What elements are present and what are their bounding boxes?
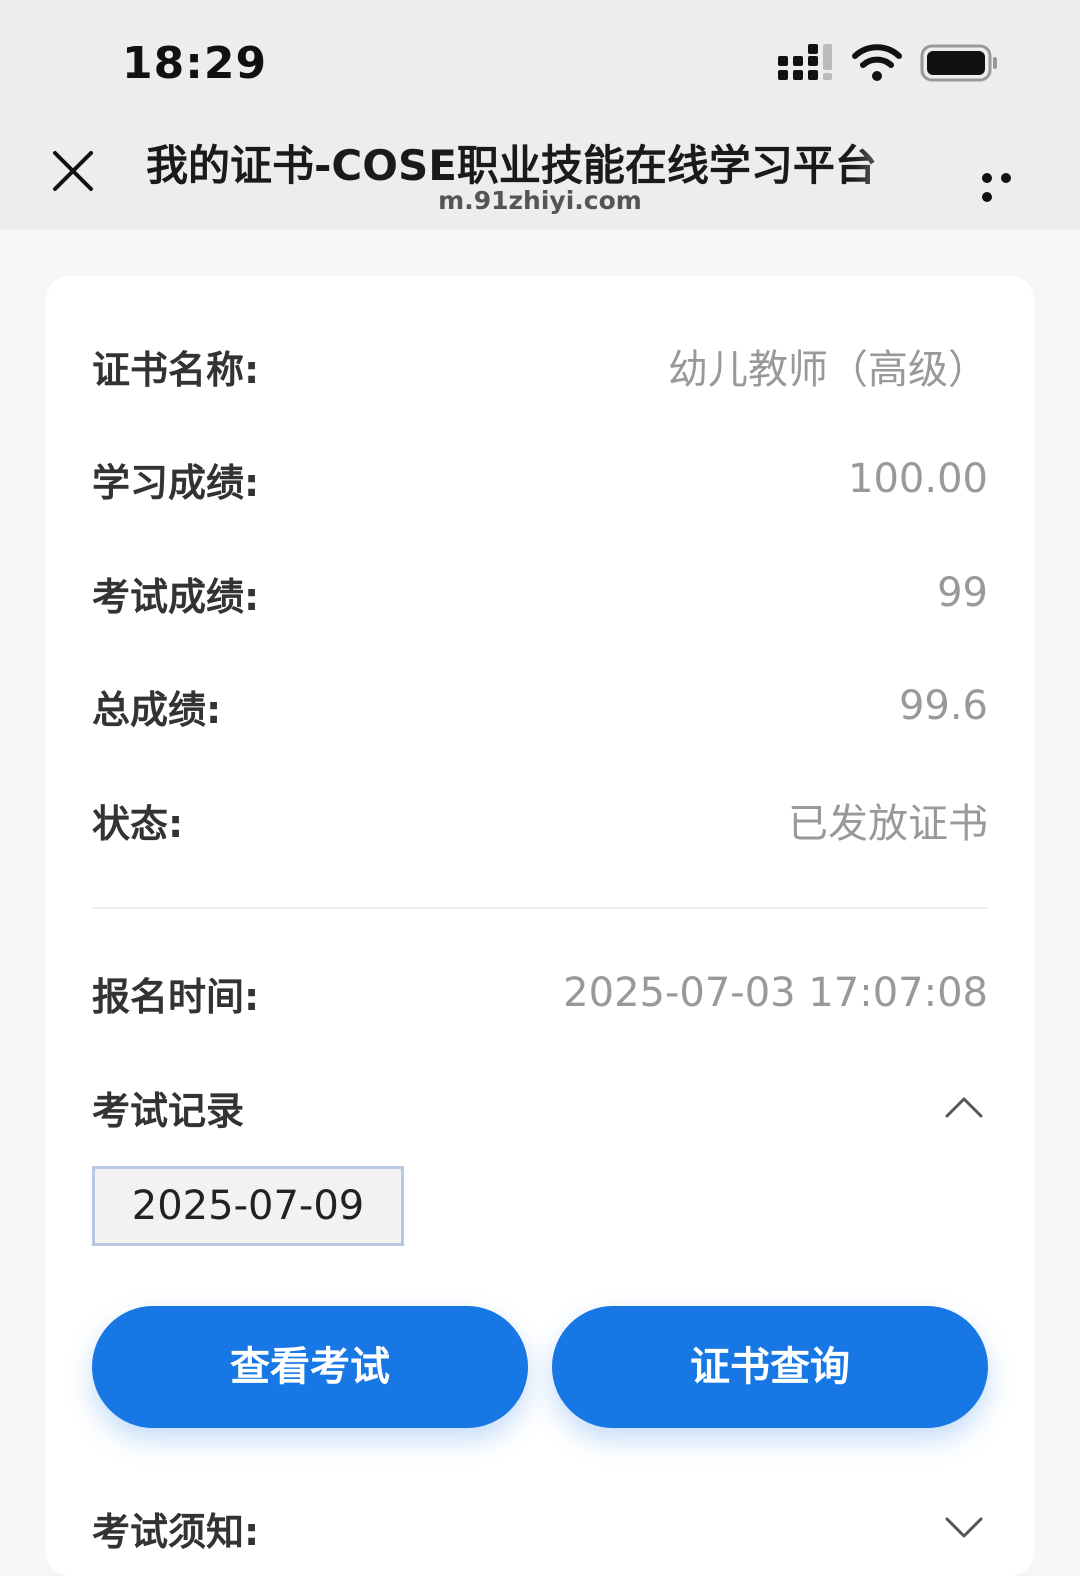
row-exam-score: 考试成绩: 99 [92, 563, 988, 623]
row-label: 状态: [92, 801, 184, 846]
row-label: 考试成绩: [92, 574, 260, 619]
row-label: 总成绩: [92, 687, 222, 732]
chevron-up-icon[interactable] [944, 1095, 984, 1119]
exam-notice-header[interactable]: 考试须知: [92, 1498, 988, 1558]
exam-records-label: 考试记录 [92, 1088, 245, 1133]
webview-navbar: 我的证书-COSE职业技能在线学习平台 m.91zhiyi.com [0, 118, 1080, 230]
status-time: 18:29 [122, 38, 268, 89]
exam-records-header[interactable]: 考试记录 [92, 1077, 988, 1137]
row-status: 状态: 已发放证书 [92, 790, 988, 850]
page-url: m.91zhiyi.com [438, 186, 642, 215]
row-label: 证书名称: [92, 347, 260, 392]
row-total-score: 总成绩: 99.6 [92, 676, 988, 736]
row-label: 报名时间: [92, 974, 260, 1019]
view-exam-button[interactable]: 查看考试 [92, 1306, 528, 1428]
exam-record-date[interactable]: 2025-07-09 [92, 1166, 404, 1246]
row-cert-name: 证书名称: 幼儿教师（高级） [92, 336, 988, 396]
more-icon[interactable] [982, 168, 1038, 202]
row-value: 2025-07-03 17:07:08 [563, 970, 988, 1016]
certificate-card: 证书名称: 幼儿教师（高级） 学习成绩: 100.00 考试成绩: 99 总成绩… [46, 276, 1034, 1576]
row-value: 100.00 [848, 456, 988, 502]
row-registration-time: 报名时间: 2025-07-03 17:07:08 [92, 963, 988, 1023]
row-value: 99.6 [898, 683, 988, 729]
battery-icon [920, 44, 997, 82]
divider [92, 907, 988, 909]
page-title: 我的证书-COSE职业技能在线学习平台 [146, 141, 877, 190]
signal-icon [778, 44, 832, 80]
status-value: 已发放证书 [788, 801, 988, 847]
row-label: 学习成绩: [92, 460, 260, 505]
row-value: 99 [937, 570, 988, 616]
row-study-score: 学习成绩: 100.00 [92, 449, 988, 509]
exam-notice-label: 考试须知: [92, 1509, 260, 1554]
wifi-icon [852, 44, 902, 81]
row-value: 幼儿教师（高级） [668, 347, 988, 393]
chevron-down-icon[interactable] [944, 1516, 984, 1540]
status-bar: 18:29 [0, 0, 1080, 118]
cert-query-button[interactable]: 证书查询 [552, 1306, 988, 1428]
